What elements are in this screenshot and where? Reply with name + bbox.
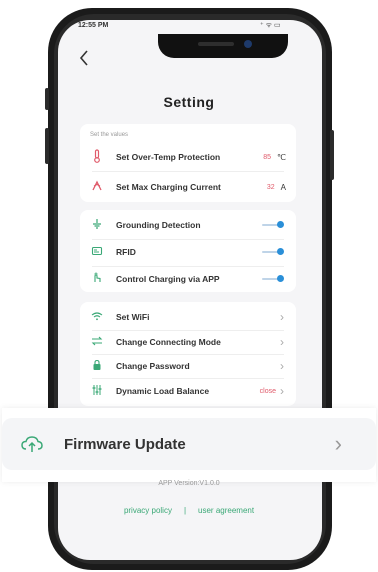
toggles-card: Grounding Detection RFID Control Chargin…: [80, 210, 296, 292]
grounding-row: Grounding Detection: [80, 214, 296, 236]
chevron-right-icon: ›: [280, 310, 284, 324]
thermometer-icon: [86, 148, 108, 166]
control-app-label: Control Charging via APP: [116, 274, 220, 284]
status-icons: ⁺ ᯤ ▭: [260, 22, 281, 29]
over-temp-label: Set Over-Temp Protection: [116, 152, 221, 162]
max-current-label: Set Max Charging Current: [116, 182, 221, 192]
connecting-mode-row[interactable]: Change Connecting Mode ›: [80, 331, 296, 353]
privacy-policy-link[interactable]: privacy policy: [124, 506, 172, 515]
rfid-icon: [86, 245, 108, 260]
control-app-toggle[interactable]: [262, 275, 284, 282]
over-temp-value: 85: [263, 153, 272, 161]
rfid-toggle[interactable]: [262, 248, 284, 255]
max-current-value: 32: [266, 183, 275, 191]
chevron-right-icon: ›: [334, 431, 342, 456]
rfid-label: RFID: [116, 247, 136, 257]
grounding-toggle[interactable]: [262, 221, 284, 228]
divider: [92, 378, 284, 379]
divider: [92, 239, 284, 240]
hand-tap-icon: [86, 272, 108, 287]
divider: [92, 171, 284, 172]
chevron-right-icon: ›: [280, 335, 284, 349]
chevron-right-icon: ›: [280, 359, 284, 373]
set-wifi-row[interactable]: Set WiFi ›: [80, 306, 296, 328]
firmware-update-row[interactable]: Firmware Update ›: [2, 418, 376, 470]
gauge-icon: [86, 180, 108, 195]
over-temp-row[interactable]: Set Over-Temp Protection 85 ℃: [80, 146, 296, 168]
chevron-left-icon: [79, 50, 88, 66]
nav-card: Set WiFi › Change Connecting Mode › Chan…: [80, 302, 296, 406]
set-wifi-label: Set WiFi: [116, 312, 150, 322]
dynamic-load-status: close: [259, 387, 276, 395]
link-separator: |: [183, 506, 187, 515]
footer-links: privacy policy | user agreement: [0, 506, 378, 515]
control-app-row: Control Charging via APP: [80, 268, 296, 290]
connecting-mode-label: Change Connecting Mode: [116, 337, 221, 347]
values-hint: Set the values: [90, 132, 129, 138]
lock-icon: [86, 359, 108, 374]
rfid-row: RFID: [80, 241, 296, 263]
dynamic-load-label: Dynamic Load Balance: [116, 386, 210, 396]
dynamic-load-row[interactable]: Dynamic Load Balance close ›: [80, 380, 296, 402]
change-password-row[interactable]: Change Password ›: [80, 355, 296, 377]
firmware-update-panel: Firmware Update ›: [2, 408, 376, 482]
wifi-icon: [86, 311, 108, 324]
side-button-right: [330, 130, 334, 180]
cloud-upload-icon: [20, 432, 44, 456]
status-time: 12:55 PM: [78, 22, 109, 29]
page-title: Setting: [163, 94, 215, 110]
over-temp-unit: ℃: [277, 152, 286, 162]
max-current-unit: A: [280, 182, 286, 192]
notch: [158, 34, 288, 58]
grounding-label: Grounding Detection: [116, 220, 201, 230]
camera: [244, 40, 252, 48]
change-password-label: Change Password: [116, 361, 190, 371]
firmware-update-label: Firmware Update: [64, 435, 186, 453]
chevron-right-icon: ›: [280, 384, 284, 398]
side-button-left-2: [45, 128, 49, 164]
back-button[interactable]: [78, 48, 90, 70]
max-current-row[interactable]: Set Max Charging Current 32 A: [80, 176, 296, 198]
sliders-icon: [86, 384, 108, 399]
user-agreement-link[interactable]: user agreement: [198, 506, 254, 515]
app-version: APP Version:V1.0.0: [158, 480, 220, 487]
values-card: Set the values Set Over-Temp Protection …: [80, 124, 296, 202]
grounding-icon: [86, 218, 108, 233]
speaker: [198, 42, 234, 46]
divider: [92, 266, 284, 267]
swap-icon: [86, 336, 108, 349]
